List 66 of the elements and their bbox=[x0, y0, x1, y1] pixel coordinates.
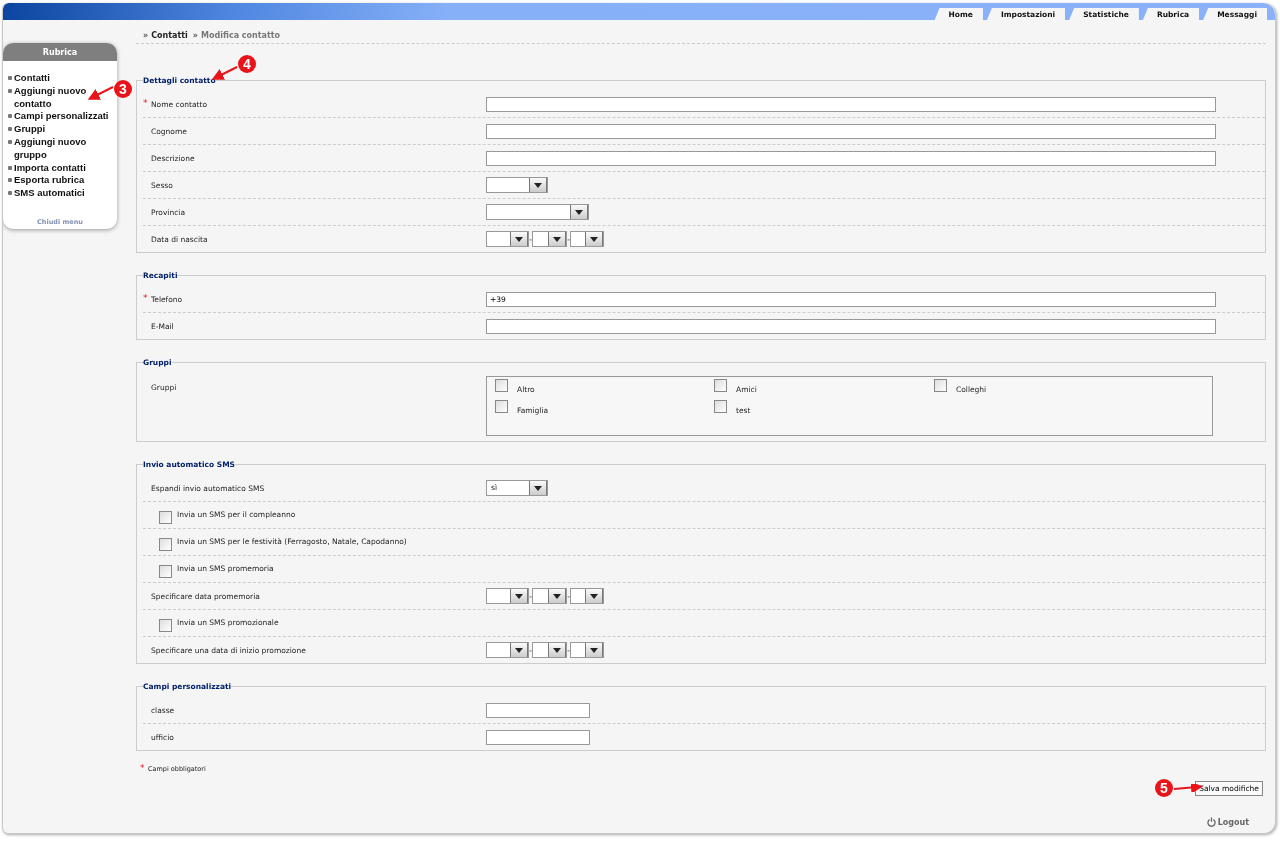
checkbox[interactable] bbox=[159, 511, 172, 524]
checkbox[interactable] bbox=[159, 538, 172, 551]
bullet-icon bbox=[8, 114, 12, 119]
logout-link[interactable]: Logout bbox=[1206, 817, 1249, 827]
dropdown[interactable] bbox=[532, 642, 567, 658]
dropdown[interactable] bbox=[532, 231, 567, 247]
caret-icon bbox=[590, 647, 598, 653]
required-mark: * bbox=[143, 97, 149, 108]
checkbox[interactable] bbox=[934, 379, 947, 392]
callout-badge: 3 bbox=[114, 79, 132, 98]
bullet-icon bbox=[8, 165, 12, 170]
sidebar-link[interactable]: Contatti bbox=[14, 72, 109, 85]
caret-icon bbox=[553, 647, 561, 653]
bullet-icon bbox=[8, 76, 12, 80]
caret-icon bbox=[553, 236, 561, 242]
breadcrumb-separator: » bbox=[192, 31, 199, 40]
checkbox[interactable] bbox=[495, 400, 508, 413]
dropdown[interactable] bbox=[570, 231, 604, 247]
required-mark: * bbox=[140, 762, 146, 773]
breadcrumb-link[interactable]: Contatti bbox=[151, 31, 188, 40]
caret-icon bbox=[553, 593, 561, 599]
sidebar-link[interactable]: Importa contatti bbox=[14, 161, 109, 175]
bullet-icon bbox=[8, 191, 12, 196]
sidebar-link[interactable]: Gruppi bbox=[14, 123, 109, 136]
dropdown[interactable] bbox=[486, 642, 529, 658]
callout-badge: 4 bbox=[238, 55, 256, 73]
caret-icon bbox=[534, 182, 542, 188]
callout-arrow bbox=[88, 85, 114, 100]
caret-icon bbox=[515, 647, 523, 653]
checkbox[interactable] bbox=[714, 400, 727, 413]
caret-icon bbox=[575, 209, 583, 215]
checkbox[interactable] bbox=[714, 379, 727, 392]
caret-icon bbox=[534, 485, 542, 491]
dropdown[interactable] bbox=[570, 642, 604, 658]
caret-icon bbox=[590, 236, 598, 242]
bullet-icon bbox=[8, 127, 12, 132]
bullet-icon bbox=[8, 88, 12, 93]
bullet-icon bbox=[8, 140, 12, 144]
breadcrumb-current: Modifica contatto bbox=[201, 31, 281, 40]
text-field[interactable] bbox=[486, 123, 1216, 139]
dropdown[interactable] bbox=[532, 588, 567, 604]
sidebar-link[interactable]: Aggiungi nuovo contatto bbox=[14, 84, 109, 111]
sidebar-link[interactable]: Aggiungi nuovo gruppo bbox=[14, 136, 109, 162]
text-field[interactable] bbox=[486, 702, 590, 718]
text-field[interactable] bbox=[486, 318, 1216, 334]
dropdown[interactable] bbox=[570, 588, 604, 604]
sidebar-title: Rubrica bbox=[3, 43, 117, 61]
dropdown[interactable] bbox=[486, 231, 529, 247]
text-field[interactable] bbox=[486, 96, 1216, 112]
text-field[interactable] bbox=[486, 729, 590, 745]
breadcrumb-separator: » bbox=[143, 31, 149, 40]
text-field[interactable] bbox=[486, 150, 1216, 166]
caret-icon bbox=[515, 593, 523, 599]
dropdown[interactable] bbox=[486, 588, 529, 604]
power-icon bbox=[1206, 817, 1216, 827]
bullet-icon bbox=[8, 178, 12, 183]
checkbox[interactable] bbox=[159, 619, 172, 632]
callout-badge: 5 bbox=[1155, 779, 1173, 797]
required-mark: * bbox=[143, 292, 149, 303]
sidebar-link[interactable]: Campi personalizzati bbox=[14, 110, 109, 124]
sidebar-link[interactable]: Esporta rubrica bbox=[14, 174, 109, 188]
caret-icon bbox=[515, 236, 523, 242]
caret-icon bbox=[590, 593, 598, 599]
checkbox[interactable] bbox=[495, 379, 508, 392]
checkbox[interactable] bbox=[159, 565, 172, 578]
sidebar-link[interactable]: SMS automatici bbox=[14, 187, 109, 200]
